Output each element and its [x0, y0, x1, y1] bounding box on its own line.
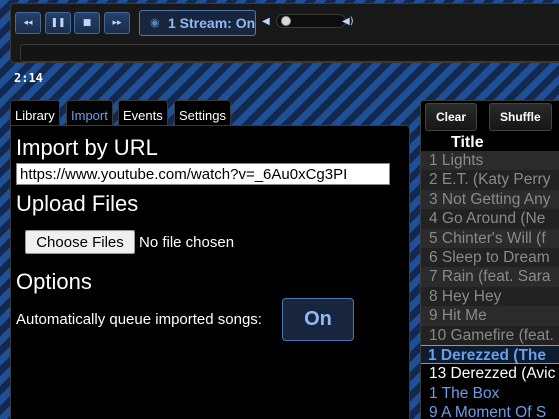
queue-row[interactable]: 5 Chinter's Will (f	[421, 228, 559, 248]
previous-icon: ◂◂	[23, 18, 33, 28]
import-panel: Import by URL Upload Files Choose Files …	[10, 125, 410, 419]
volume-slider[interactable]	[276, 14, 346, 28]
queue-row[interactable]: 2 E.T. (Katy Perry	[421, 170, 559, 190]
stream-toggle-label: 1 Stream: On	[168, 15, 256, 31]
import-url-input[interactable]	[16, 163, 390, 185]
tab-import[interactable]: Import	[66, 100, 113, 126]
queue-row[interactable]: 13 Derezzed (Avic	[421, 364, 559, 384]
stream-toggle-button[interactable]: ◉ 1 Stream: On	[139, 10, 256, 36]
stop-icon: ■	[82, 18, 92, 28]
next-icon: ▸▸	[112, 18, 122, 28]
queue-row[interactable]: 10 Gamefire (feat.	[421, 325, 559, 345]
previous-button[interactable]: ◂◂	[15, 12, 41, 34]
queue-row[interactable]: 1 Lights	[421, 151, 559, 171]
queue-row[interactable]: 1 The Box	[421, 383, 559, 404]
no-file-chosen-text: No file chosen	[139, 234, 235, 251]
tab-events[interactable]: Events	[118, 100, 168, 126]
queue-row[interactable]: 9 A Moment Of S	[421, 403, 559, 419]
volume-low-icon: ◀	[262, 16, 270, 27]
player-bar: ◂◂ ❚❚ ■ ▸▸ ◉ 1 Stream: On ◀ ◀)	[10, 3, 559, 63]
queue-row[interactable]: 8 Hey Hey	[421, 286, 559, 307]
rss-icon: ◉	[150, 16, 160, 29]
import-by-url-heading: Import by URL	[16, 135, 158, 160]
choose-files-button[interactable]: Choose Files	[25, 230, 135, 254]
options-heading: Options	[16, 269, 92, 294]
queue-row[interactable]: 6 Sleep to Dream	[421, 247, 559, 268]
tab-library[interactable]: Library	[10, 100, 60, 126]
upload-files-heading: Upload Files	[16, 191, 139, 216]
elapsed-time: 2:14	[14, 71, 43, 85]
queue-row-current[interactable]: 1 Derezzed (The	[421, 344, 559, 365]
queue-row[interactable]: 3 Not Getting Any	[421, 189, 559, 210]
queue-row[interactable]: 7 Rain (feat. Sara	[421, 267, 559, 287]
volume-high-icon: ◀)	[342, 16, 354, 27]
pause-icon: ❚❚	[50, 18, 66, 28]
queue-panel: Clear Shuffle Title 1 Lights 2 E.T. (Katy…	[420, 100, 559, 419]
autoqueue-label: Automatically queue imported songs:	[16, 311, 262, 328]
next-button[interactable]: ▸▸	[104, 12, 130, 34]
stop-button[interactable]: ■	[74, 12, 100, 34]
title-column-header[interactable]: Title	[451, 134, 484, 152]
pause-button[interactable]: ❚❚	[45, 12, 71, 34]
queue-row[interactable]: 9 Hit Me	[421, 306, 559, 326]
volume-slider-handle[interactable]	[280, 16, 291, 26]
seek-bar[interactable]	[20, 44, 559, 62]
queue-list: 1 Lights 2 E.T. (Katy Perry 3 Not Getting …	[421, 151, 559, 419]
tab-settings[interactable]: Settings	[174, 100, 231, 126]
shuffle-queue-button[interactable]: Shuffle	[489, 103, 552, 131]
queue-row[interactable]: 4 Go Around (Ne	[421, 209, 559, 229]
autoqueue-toggle-button[interactable]: On	[282, 298, 354, 341]
clear-queue-button[interactable]: Clear	[425, 103, 478, 131]
